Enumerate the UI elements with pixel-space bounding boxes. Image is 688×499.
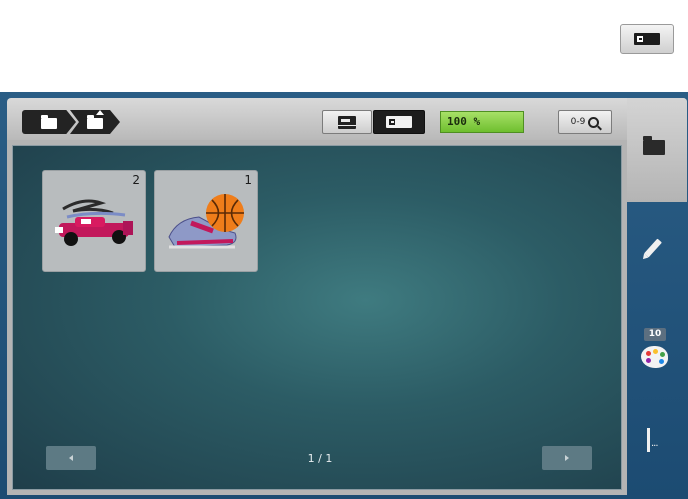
usb-icon xyxy=(634,33,660,45)
arrow-right-icon xyxy=(565,455,569,461)
find-by-number-button[interactable]: 0-9 xyxy=(558,110,612,134)
palette-dot-red xyxy=(646,351,651,356)
usb-button-top[interactable] xyxy=(620,24,674,54)
palette-dot-yellow xyxy=(653,349,658,354)
arrow-left-icon xyxy=(69,455,73,461)
usb-icon xyxy=(386,116,412,128)
palette-dot-green xyxy=(660,352,665,357)
palette-dot-purple xyxy=(646,358,651,363)
usb-memory-button[interactable] xyxy=(373,110,425,134)
design-thumbnail[interactable]: 2 xyxy=(42,170,146,272)
color-palette-button[interactable] xyxy=(641,346,668,368)
page-indicator: 1 / 1 xyxy=(307,452,333,465)
folder-icon xyxy=(643,136,665,155)
design-number: 2 xyxy=(132,173,140,187)
zoom-level-indicator: 100 % xyxy=(440,111,524,133)
stitch-needle-button[interactable] xyxy=(647,428,658,452)
design-number: 1 xyxy=(244,173,252,187)
page-previous-button[interactable] xyxy=(46,446,96,470)
page-next-button[interactable] xyxy=(542,446,592,470)
design-thumbnail[interactable]: 1 xyxy=(154,170,258,272)
find-label: 0-9 xyxy=(570,117,586,127)
machine-memory-button[interactable] xyxy=(322,110,372,134)
folder-icon xyxy=(41,114,57,129)
color-count-badge: 10 xyxy=(644,328,666,341)
machine-memory-icon xyxy=(338,115,356,129)
magnifier-icon xyxy=(588,116,600,128)
folder-up-icon xyxy=(87,110,104,129)
breadcrumb-root-folder[interactable] xyxy=(22,110,76,134)
palette-dot-blue xyxy=(659,359,664,364)
